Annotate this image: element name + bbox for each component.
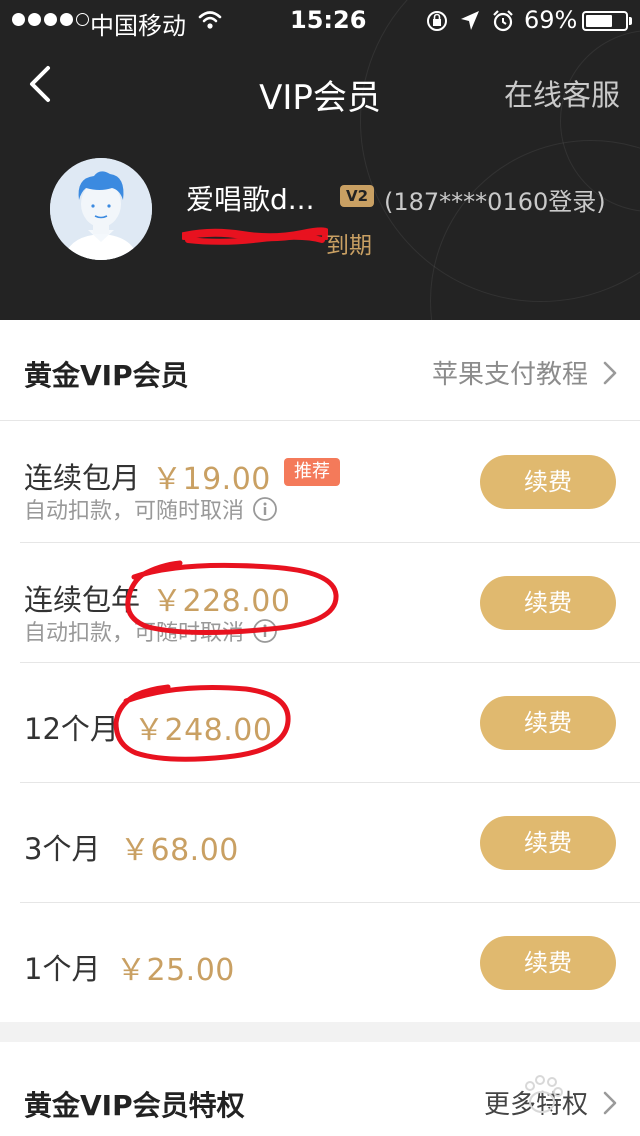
info-icon[interactable] [252,496,278,522]
renew-button[interactable]: 续费 [480,455,616,509]
expire-label: 到期 [326,233,372,259]
plan-row: 12个月 ￥248.00 续费 [0,663,640,783]
section-title: 黄金VIP会员 [24,359,189,392]
plan-row: 3个月 ￥68.00 续费 [0,783,640,903]
location-icon [461,11,479,30]
plan-subtitle: 自动扣款，可随时取消 [24,615,278,647]
avatar[interactable] [50,158,152,260]
plan-label: 连续包年 [24,583,141,617]
apple-pay-tutorial-link[interactable]: 苹果支付教程 [432,354,620,391]
carrier-name: 中国移动 [90,12,186,40]
status-bar: 中国移动 15:26 69% [0,0,640,40]
plan-price: ￥25.00 [116,953,235,988]
plan-row: 1个月 ￥25.00 续费 [0,903,640,1023]
plan-price: ￥68.00 [120,833,239,868]
section-title: 黄金VIP会员特权 [24,1089,245,1122]
plan-subtitle: 自动扣款，可随时取消 [24,493,278,525]
plan-subtitle-text: 自动扣款，可随时取消 [24,621,245,646]
plan-price: ￥19.00 [152,462,271,497]
login-account: (187****0160登录) [384,188,606,216]
back-arrow-icon[interactable] [22,62,62,106]
wifi-icon [198,11,222,29]
battery-percentage: 69% [524,6,578,34]
plan-price: ￥248.00 [134,713,273,748]
clock: 15:26 [290,6,367,34]
online-service-button[interactable]: 在线客服 [480,72,620,114]
redaction-scribble [182,227,328,245]
watermark-paw-icon [525,1075,563,1113]
renew-button[interactable]: 续费 [480,696,616,750]
page-title: VIP会员 [259,78,381,118]
renew-button[interactable]: 续费 [480,816,616,870]
renew-button[interactable]: 续费 [480,936,616,990]
plan-subtitle-text: 自动扣款，可随时取消 [24,499,245,524]
plan-label: 1个月 [24,952,101,986]
plan-price: ￥228.00 [152,584,291,619]
username: 爱唱歌d... [186,183,315,216]
info-icon[interactable] [252,618,278,644]
plan-label: 3个月 [24,832,101,866]
signal-strength-icon [12,13,89,26]
recommend-tag: 推荐 [284,458,340,486]
gold-vip-section-header: 黄金VIP会员 苹果支付教程 [0,320,640,420]
tutorial-link-label: 苹果支付教程 [431,360,588,390]
vip-level-badge: V2 [340,185,374,207]
plan-row: 连续包年 ￥228.00 自动扣款，可随时取消 续费 [0,543,640,663]
user-avatar-icon [50,158,152,260]
rotation-lock-icon [427,11,447,31]
battery-icon [582,11,628,31]
alarm-icon [493,10,513,32]
renew-button[interactable]: 续费 [480,576,616,630]
header: 中国移动 15:26 69% VIP会员 在线客服 爱唱歌d... V2 (18… [0,0,640,320]
plan-label: 连续包月 [24,461,141,495]
section-gap [0,1022,640,1042]
plan-label: 12个月 [24,712,119,746]
plan-row: 连续包月 ￥19.00 推荐 自动扣款，可随时取消 续费 [0,421,640,541]
chevron-right-icon [603,361,617,384]
